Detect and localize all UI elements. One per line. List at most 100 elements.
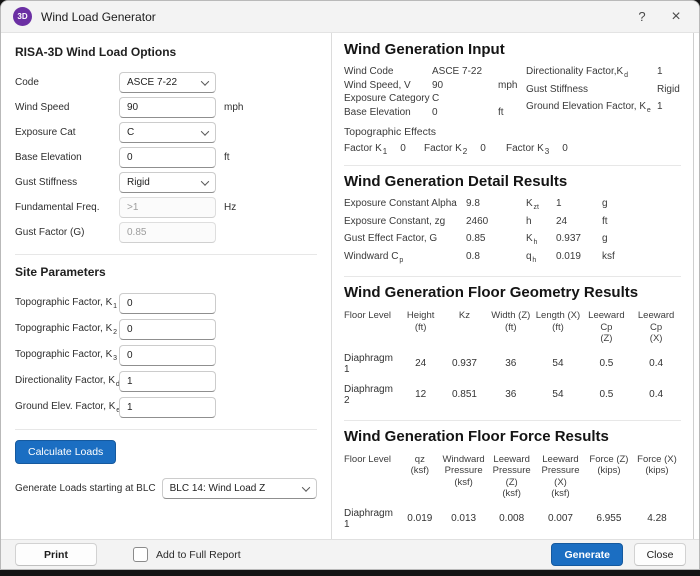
code-row: Code ASCE 7-22 [15, 70, 317, 95]
wind-speed-input[interactable] [119, 97, 216, 118]
cell: 6.955 [585, 504, 633, 535]
blc-row: Generate Loads starting at BLC BLC 14: W… [15, 478, 317, 499]
close-button[interactable]: Close [634, 543, 686, 566]
calculate-loads-button[interactable]: Calculate Loads [15, 440, 116, 464]
ke-input[interactable] [119, 397, 216, 418]
column-header: Kz [442, 308, 487, 349]
report-row: Base Elevation 0 ft [344, 106, 526, 120]
report-row: K h 0.937 g [526, 232, 681, 250]
column-header: Leeward Pressure (X) (ksf) [536, 452, 585, 504]
row-value: 24 [556, 215, 602, 233]
row-label: Ground Elevation Factor, K e [526, 100, 657, 118]
add-to-full-report-checkbox[interactable] [133, 547, 148, 562]
section-divider [344, 420, 681, 421]
k3-input[interactable] [119, 345, 216, 366]
cell: 4.28 [633, 504, 681, 535]
cell: 24 [400, 349, 442, 380]
cell: 0.007 [536, 504, 585, 535]
report-row: Wind Code ASCE 7-22 [344, 65, 526, 79]
site-parameters-header: Site Parameters [15, 265, 317, 279]
gust-stiffness-row: Gust Stiffness Rigid [15, 170, 317, 195]
row-value: Rigid [657, 83, 681, 101]
topographic-effects-header: Topographic Effects [344, 126, 681, 138]
blc-select[interactable]: BLC 14: Wind Load Z [162, 478, 317, 499]
cell: 0.008 [487, 504, 536, 535]
row-label: Exposure Category [344, 92, 432, 106]
print-button[interactable]: Print [15, 543, 97, 566]
report-row: Exposure Category C [344, 92, 526, 106]
row-value: 1 [657, 65, 681, 83]
blc-label: Generate Loads starting at BLC [15, 483, 156, 494]
report-row: h 24 ft [526, 215, 681, 233]
close-window-icon[interactable]: × [659, 4, 693, 30]
kd-input[interactable] [119, 371, 216, 392]
cell: 12 [400, 380, 442, 411]
dialog-body: RISA-3D Wind Load Options Code ASCE 7-22… [1, 33, 699, 539]
cell: Diaphragm 1 [344, 504, 400, 535]
chevron-down-icon [201, 127, 209, 135]
report-row: Ground Elevation Factor, K e 1 [526, 100, 681, 118]
calculate-row: Calculate Loads [15, 440, 317, 464]
table-row: Diaphragm 1 24 0.937 36 54 0.5 0.4 [344, 349, 681, 380]
k2-input[interactable] [119, 319, 216, 340]
wind-speed-label: Wind Speed [15, 102, 119, 113]
ke-label: Ground Elev. Factor, K e [15, 401, 119, 414]
row-unit: g [602, 197, 681, 215]
topographic-factors-row: Factor K 10 Factor K 20 Factor K 30 [344, 143, 681, 156]
cell: 54 [534, 349, 581, 380]
code-select[interactable]: ASCE 7-22 [119, 72, 216, 93]
row-value: 9.8 [466, 197, 526, 215]
factor-k1: Factor K 10 [344, 143, 424, 156]
column-header: Leeward Pressure (Z) (ksf) [487, 452, 536, 504]
row-value: 1 [657, 100, 681, 118]
cell: 0.013 [440, 504, 487, 535]
row-label: Gust Stiffness [526, 83, 657, 101]
help-button[interactable]: ? [625, 4, 659, 30]
wind-load-generator-dialog: 3D Wind Load Generator ? × RISA-3D Wind … [0, 0, 700, 570]
options-header: RISA-3D Wind Load Options [15, 45, 317, 59]
row-value: C [432, 92, 498, 106]
row-value: 0.019 [556, 250, 602, 268]
exposure-row: Exposure Cat C [15, 120, 317, 145]
row-unit: ft [498, 106, 526, 120]
generate-button[interactable]: Generate [551, 543, 623, 566]
window-title: Wind Load Generator [41, 10, 156, 24]
row-label: Windward C p [344, 250, 466, 268]
k1-row: Topographic Factor, K 1 [15, 290, 317, 316]
report-row: q h 0.019 ksf [526, 250, 681, 268]
column-header: Leeward Cp (X) [631, 308, 681, 349]
row-label: Wind Code [344, 65, 432, 79]
detail-section-title: Wind Generation Detail Results [344, 173, 681, 190]
row-label: Exposure Constant, zg [344, 215, 466, 233]
cell: 0.019 [400, 504, 440, 535]
input-section: Wind Code ASCE 7-22 Wind Speed, V 90 mph… [344, 65, 681, 119]
k1-input[interactable] [119, 293, 216, 314]
base-elevation-input[interactable] [119, 147, 216, 168]
code-label: Code [15, 77, 119, 88]
column-header: qz (ksf) [400, 452, 440, 504]
exposure-value: C [127, 127, 134, 138]
exposure-select[interactable]: C [119, 122, 216, 143]
floor-force-table: Floor Level qz (ksf) Windward Pressure (… [344, 452, 681, 540]
row-value: ASCE 7-22 [432, 65, 498, 79]
input-section-title: Wind Generation Input [344, 41, 681, 58]
column-header: Width (Z) (ft) [487, 308, 534, 349]
table-header-row: Floor Level qz (ksf) Windward Pressure (… [344, 452, 681, 504]
report-row: Directionality Factor,K d 1 [526, 65, 681, 83]
kd-label: Directionality Factor, K d [15, 375, 119, 388]
gust-stiffness-select[interactable]: Rigid [119, 172, 216, 193]
row-unit: mph [498, 79, 526, 93]
fundamental-freq-label: Fundamental Freq. [15, 202, 119, 213]
factor-k3: Factor K 30 [506, 143, 681, 156]
gust-stiffness-value: Rigid [127, 177, 150, 188]
row-value: 0.937 [556, 232, 602, 250]
options-panel: RISA-3D Wind Load Options Code ASCE 7-22… [1, 33, 332, 539]
base-elevation-unit: ft [224, 152, 317, 163]
kd-row: Directionality Factor, K d [15, 368, 317, 394]
add-to-full-report-label: Add to Full Report [156, 549, 241, 561]
column-header: Leeward Cp (Z) [582, 308, 632, 349]
section-divider [344, 276, 681, 277]
ke-row: Ground Elev. Factor, K e [15, 394, 317, 420]
fundamental-freq-row: Fundamental Freq. Hz [15, 195, 317, 220]
gust-stiffness-label: Gust Stiffness [15, 177, 119, 188]
